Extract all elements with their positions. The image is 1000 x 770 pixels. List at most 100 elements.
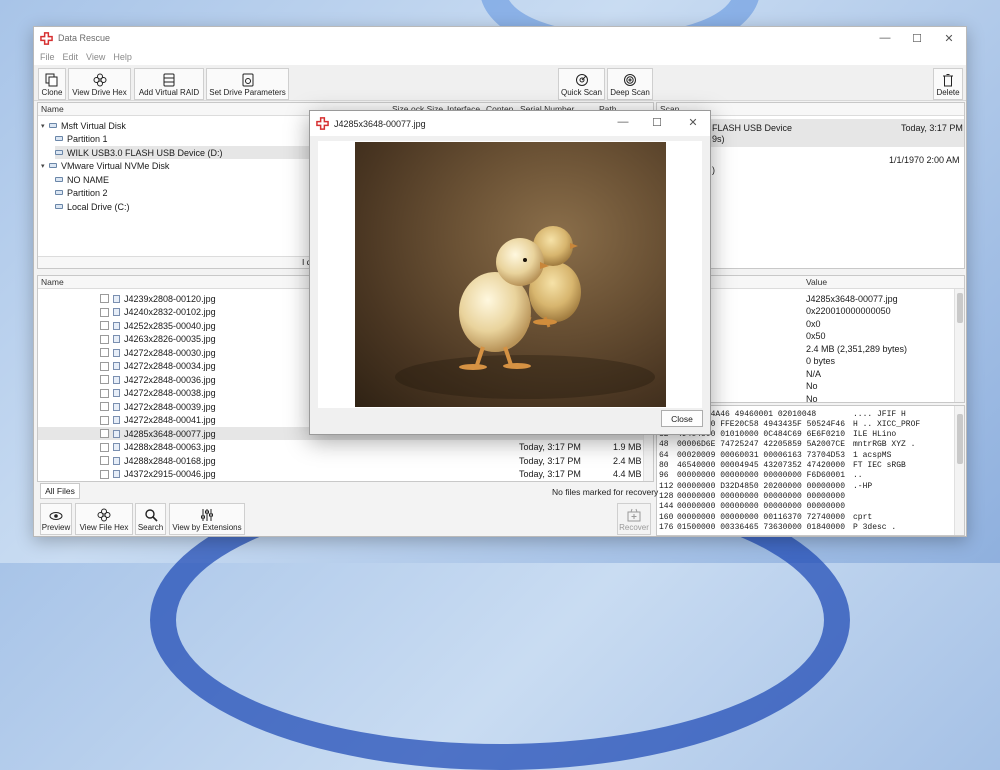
recover-button[interactable]: Recover <box>617 503 651 535</box>
set-drive-parameters-button[interactable]: Set Drive Parameters <box>206 68 289 100</box>
tab-all-files[interactable]: All Files <box>40 483 80 499</box>
hex-bytes: 00006D6E 74725247 42205859 5A2007CE <box>677 440 846 450</box>
search-icon <box>144 509 158 522</box>
view-file-hex-button[interactable]: View File Hex <box>75 503 133 535</box>
trash-icon <box>943 74 953 87</box>
hex-offset: 160 <box>659 512 674 522</box>
view-by-extensions-button[interactable]: View by Extensions <box>169 503 245 535</box>
close-window-button[interactable]: ✕ <box>932 27 966 49</box>
delete-button[interactable]: Delete <box>933 68 963 100</box>
partition-item[interactable]: Local Drive (C:) <box>55 200 130 213</box>
preview-button[interactable]: Preview <box>40 503 72 535</box>
collapse-arrow-icon[interactable]: ▾ <box>41 122 49 130</box>
menu-file[interactable]: File <box>40 52 55 62</box>
file-checkbox[interactable] <box>100 334 109 344</box>
collapse-arrow-icon[interactable]: ▾ <box>41 162 49 170</box>
file-checkbox[interactable] <box>100 456 109 465</box>
hex-bytes: 00000000 00000000 00116370 72740000 <box>677 512 846 522</box>
file-name: J4372x2915-00046.jpg <box>124 469 216 479</box>
hex-ascii: ILE HLino <box>853 430 897 440</box>
image-file-icon <box>113 429 120 438</box>
file-checkbox[interactable] <box>100 348 109 357</box>
hex-offset: 64 <box>659 450 669 460</box>
hex-ascii: H .. XICC_PROF <box>853 419 921 429</box>
deep-scan-button[interactable]: Deep Scan <box>607 68 653 100</box>
image-file-icon <box>113 335 120 343</box>
properties-scrollbar[interactable] <box>954 289 964 402</box>
toolbar: Clone View Drive Hex Add Virtual RAID Se… <box>34 65 966 101</box>
file-name: J4272x2848-00041.jpg <box>124 415 216 425</box>
recover-icon <box>627 508 641 522</box>
drive-item[interactable]: ▾ Msft Virtual Disk <box>41 119 126 132</box>
image-file-icon <box>113 402 120 411</box>
hex-offset: 144 <box>659 502 674 512</box>
file-checkbox[interactable] <box>100 469 109 479</box>
search-button[interactable]: Search <box>135 503 166 535</box>
dialog-maximize-button[interactable]: ☐ <box>640 111 674 133</box>
col-name[interactable]: Name <box>41 104 64 114</box>
image-file-icon <box>113 308 120 316</box>
file-name: J4263x2826-00035.jpg <box>124 334 216 344</box>
hex-bytes: 00020009 00060031 00006163 73704D53 <box>677 450 846 460</box>
file-checkbox[interactable] <box>100 294 109 303</box>
hex-offset: 48 <box>659 440 669 450</box>
hex-offset: 176 <box>659 522 674 532</box>
dialog-title-bar: J4285x3648-00077.jpg — ☐ ✕ <box>310 111 710 136</box>
minimize-button[interactable]: — <box>868 27 902 49</box>
image-file-icon <box>113 348 120 357</box>
dialog-title: J4285x3648-00077.jpg <box>334 118 426 129</box>
hex-scrollbar[interactable] <box>954 406 964 535</box>
file-name: J4272x2848-00039.jpg <box>124 401 216 412</box>
file-checkbox[interactable] <box>100 375 109 384</box>
partition-item[interactable]: NO NAME <box>55 173 109 186</box>
file-name: J4272x2848-00034.jpg <box>124 361 216 371</box>
image-file-icon <box>113 416 120 424</box>
close-button[interactable]: Close <box>661 410 703 427</box>
drive-item-selected[interactable]: WILK USB3.0 FLASH USB Device (D:) <box>55 146 325 159</box>
file-checkbox[interactable] <box>100 321 109 330</box>
quick-scan-button[interactable]: Quick Scan <box>558 68 605 100</box>
hex-bytes: 00000000 00000000 00000000 00000000 <box>677 502 846 512</box>
file-checkbox[interactable] <box>100 361 109 371</box>
file-name: J4272x2848-00036.jpg <box>124 374 216 385</box>
scroll-thumb[interactable] <box>957 293 963 323</box>
menu-view[interactable]: View <box>86 52 105 62</box>
app-logo-icon <box>40 31 53 45</box>
file-checkbox[interactable] <box>100 388 109 398</box>
add-virtual-raid-button[interactable]: Add Virtual RAID <box>134 68 204 100</box>
drive-item[interactable]: ▾ VMware Virtual NVMe Disk <box>41 159 169 172</box>
partition-icon <box>55 190 63 195</box>
file-checkbox[interactable] <box>100 307 109 317</box>
file-name: J4240x2832-00102.jpg <box>124 307 216 317</box>
col-file-name[interactable]: Name <box>41 277 64 287</box>
partition-item[interactable]: Partition 2 <box>55 186 108 199</box>
col-value[interactable]: Value <box>806 277 827 287</box>
hex-offset: 80 <box>659 461 669 470</box>
file-name: J4288x2848-00063.jpg <box>124 442 216 452</box>
property-value: 0x0 <box>806 318 821 329</box>
dialog-minimize-button[interactable]: — <box>606 111 640 133</box>
scan-date: 1/1/1970 2:00 AM <box>889 154 960 165</box>
file-checkbox[interactable] <box>100 415 109 425</box>
view-drive-hex-button[interactable]: View Drive Hex <box>68 68 131 100</box>
dialog-close-x-button[interactable]: ✕ <box>676 111 710 133</box>
scroll-thumb[interactable] <box>957 414 963 464</box>
menu-edit[interactable]: Edit <box>63 52 79 62</box>
hex-bytes: 00000000 00000000 00000000 00000000 <box>677 491 846 501</box>
clone-button[interactable]: Clone <box>38 68 66 100</box>
chicks-photo <box>395 226 655 399</box>
raid-icon <box>163 73 175 87</box>
menu-bar: File Edit View Help <box>34 49 966 65</box>
partition-item[interactable]: Partition 1 <box>55 132 108 145</box>
menu-help[interactable]: Help <box>113 52 132 62</box>
scan-date: Today, 3:17 PM <box>901 122 963 133</box>
file-checkbox[interactable] <box>100 429 109 438</box>
app-logo-icon <box>316 117 329 130</box>
file-checkbox[interactable] <box>100 442 109 452</box>
preview-image <box>355 142 666 407</box>
flower-hex-icon <box>93 73 106 87</box>
file-checkbox[interactable] <box>100 402 109 411</box>
file-name: J4272x2848-00030.jpg <box>124 347 216 358</box>
image-file-icon <box>113 321 120 330</box>
maximize-button[interactable]: ☐ <box>900 27 934 49</box>
